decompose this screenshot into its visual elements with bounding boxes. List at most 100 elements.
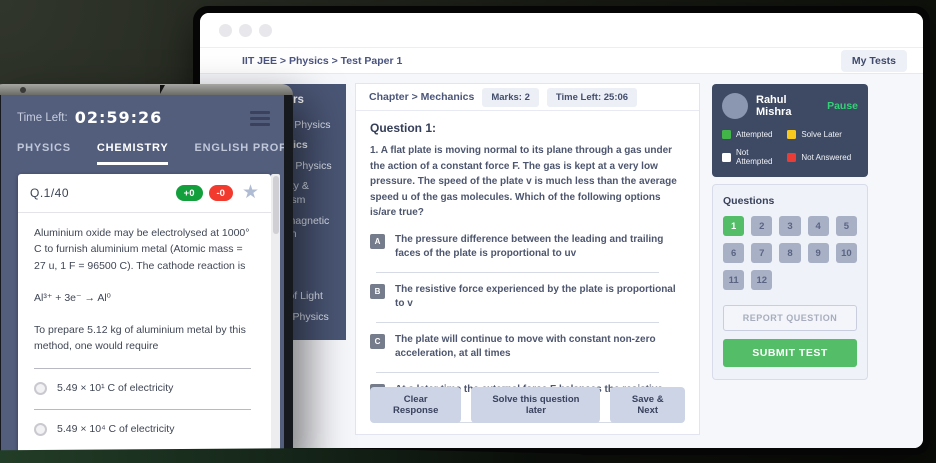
report-question-button[interactable]: REPORT QUESTION: [723, 305, 857, 331]
window-control-dot[interactable]: [219, 24, 232, 37]
marks-badge: Marks: 2: [482, 88, 539, 107]
question-number-button[interactable]: 11: [723, 270, 744, 290]
save-next-button[interactable]: Save & Next: [610, 387, 685, 423]
option-text: 5.49 × 10⁴ C of electricity: [57, 423, 174, 435]
legend-swatch: [722, 153, 731, 162]
legend-item: Not Answered: [787, 148, 858, 166]
pause-button[interactable]: Pause: [827, 100, 858, 112]
negative-marks-badge: -0: [209, 185, 233, 201]
main-content: Chapters General Physics Mechanics Therm…: [200, 74, 923, 448]
option-text: The pressure difference between the lead…: [395, 233, 685, 262]
time-left-badge: Time Left: 25:06: [547, 88, 637, 107]
option-block: A The pressure difference between the le…: [370, 233, 685, 273]
mobile-screen: Time Left: 02:59:26 PHYSICS CHEMISTRY EN…: [1, 95, 284, 463]
question-number-grid: 1 2 3 4 5 6 7: [723, 216, 857, 290]
mobile-question-card: Q.1/40 +0 -0 ★ Aluminium oxide may be el…: [18, 174, 271, 463]
answer-option[interactable]: C The plate will continue to move with c…: [370, 333, 685, 362]
answer-option[interactable]: A The pressure difference between the le…: [370, 233, 685, 262]
question-text: 1. A flat plate is moving normal to its …: [370, 143, 685, 221]
legend-label: Solve Later: [801, 130, 841, 139]
solve-later-button[interactable]: Solve this question later: [471, 387, 600, 423]
legend-label: Attempted: [736, 130, 772, 139]
option-letter-badge[interactable]: A: [370, 234, 385, 249]
question-title: Question 1:: [370, 121, 685, 135]
mobile-question-text: Aluminium oxide may be electrolysed at 1…: [18, 213, 271, 355]
mobile-option-block: 5.49 × 10⁴ C of electricity: [18, 409, 271, 444]
menu-icon[interactable]: [250, 109, 270, 126]
subject-tab[interactable]: CHEMISTRY: [97, 142, 169, 165]
cursor-icon: [160, 85, 169, 94]
question-number-button[interactable]: 4: [808, 216, 829, 236]
answer-option[interactable]: 5.49 × 10⁴ C of electricity: [18, 410, 271, 444]
mobile-option-block: 5.49 × 10¹ C of electricity: [18, 368, 271, 403]
legend-label: Not Answered: [801, 153, 851, 162]
questions-title: Questions: [723, 195, 857, 207]
option-text: The plate will continue to move with con…: [395, 333, 685, 362]
subject-tab-bar: PHYSICS CHEMISTRY ENGLISH PROFICIENCY: [1, 127, 284, 165]
option-letter-badge[interactable]: C: [370, 334, 385, 349]
question-paragraph: Aluminium oxide may be electrolysed at 1…: [34, 225, 257, 274]
scrollbar-thumb[interactable]: [273, 176, 279, 234]
option-letter-badge[interactable]: B: [370, 284, 385, 299]
question-panel-header: Chapter > Mechanics Marks: 2 Time Left: …: [356, 84, 699, 111]
question-number-button[interactable]: 3: [779, 216, 800, 236]
question-number-button[interactable]: 2: [751, 216, 772, 236]
window-control-dot[interactable]: [239, 24, 252, 37]
legend-swatch: [787, 153, 796, 162]
mobile-options-list: 5.49 × 10¹ C of electricity 5.49 × 10⁴ C…: [18, 368, 271, 444]
avatar: [722, 93, 748, 119]
option-text: 5.49 × 10¹ C of electricity: [57, 382, 173, 394]
time-left-label: Time Left:: [17, 112, 68, 124]
question-actions: Clear Response Solve this question later…: [370, 387, 685, 423]
legend-swatch: [787, 130, 796, 139]
window-control-dot[interactable]: [259, 24, 272, 37]
breadcrumb[interactable]: IIT JEE > Physics > Test Paper 1: [242, 55, 402, 67]
option-block: B The resistive force experienced by the…: [370, 283, 685, 323]
mobile-device-frame: Time Left: 02:59:26 PHYSICS CHEMISTRY EN…: [0, 84, 293, 463]
divider: [376, 272, 659, 273]
browser-viewport: IIT JEE > Physics > Test Paper 1 My Test…: [200, 13, 923, 448]
subject-tab[interactable]: ENGLISH PROFICIENCY: [194, 142, 284, 165]
chemical-equation: Al³⁺ + 3e⁻ → Al⁰: [34, 290, 257, 306]
question-panel: Chapter > Mechanics Marks: 2 Time Left: …: [355, 83, 700, 435]
time-left-value: 02:59:26: [75, 108, 163, 127]
top-nav-bar: IIT JEE > Physics > Test Paper 1 My Test…: [200, 47, 923, 74]
question-number-button[interactable]: 1: [723, 216, 744, 236]
question-number-button[interactable]: 7: [751, 243, 772, 263]
my-tests-button[interactable]: My Tests: [841, 50, 907, 72]
questions-navigator: Questions 1 2 3 4 5: [712, 184, 868, 380]
chapter-path: Chapter > Mechanics: [369, 91, 474, 103]
mobile-header: Time Left: 02:59:26: [1, 95, 284, 127]
camera-icon: [20, 87, 26, 93]
browser-chrome: [200, 13, 923, 47]
bookmark-star-icon[interactable]: ★: [242, 186, 259, 200]
question-counter: Q.1/40: [30, 186, 69, 200]
radio-icon[interactable]: [34, 382, 47, 395]
device-top-edge: [0, 84, 293, 95]
question-number-button[interactable]: 12: [751, 270, 772, 290]
radio-icon[interactable]: [34, 423, 47, 436]
legend-item: Not Attempted: [722, 148, 783, 166]
question-number-button[interactable]: 5: [836, 216, 857, 236]
side-panel: Rahul Mishra Pause Attempted: [712, 84, 868, 380]
legend-item: Attempted: [722, 130, 783, 139]
subject-tab[interactable]: PHYSICS: [17, 142, 71, 165]
profile-card: Rahul Mishra Pause Attempted: [712, 84, 868, 177]
clear-response-button[interactable]: Clear Response: [370, 387, 461, 423]
question-number-button[interactable]: 6: [723, 243, 744, 263]
legend-swatch: [722, 130, 731, 139]
submit-test-button[interactable]: SUBMIT TEST: [723, 339, 857, 367]
answer-option[interactable]: 5.49 × 10¹ C of electricity: [18, 369, 271, 403]
question-paragraph: To prepare 5.12 kg of aluminium metal by…: [34, 322, 257, 355]
answer-option[interactable]: B The resistive force experienced by the…: [370, 283, 685, 312]
composite-scene: IIT JEE > Physics > Test Paper 1 My Test…: [0, 0, 936, 463]
scrollbar[interactable]: [271, 174, 280, 463]
question-number-button[interactable]: 10: [836, 243, 857, 263]
question-number-button[interactable]: 8: [779, 243, 800, 263]
option-text: The resistive force experienced by the p…: [395, 283, 685, 312]
mobile-question-header: Q.1/40 +0 -0 ★: [18, 174, 271, 212]
question-body: Question 1: 1. A flat plate is moving no…: [356, 111, 699, 423]
divider: [376, 372, 659, 373]
option-block: C The plate will continue to move with c…: [370, 333, 685, 373]
question-number-button[interactable]: 9: [808, 243, 829, 263]
